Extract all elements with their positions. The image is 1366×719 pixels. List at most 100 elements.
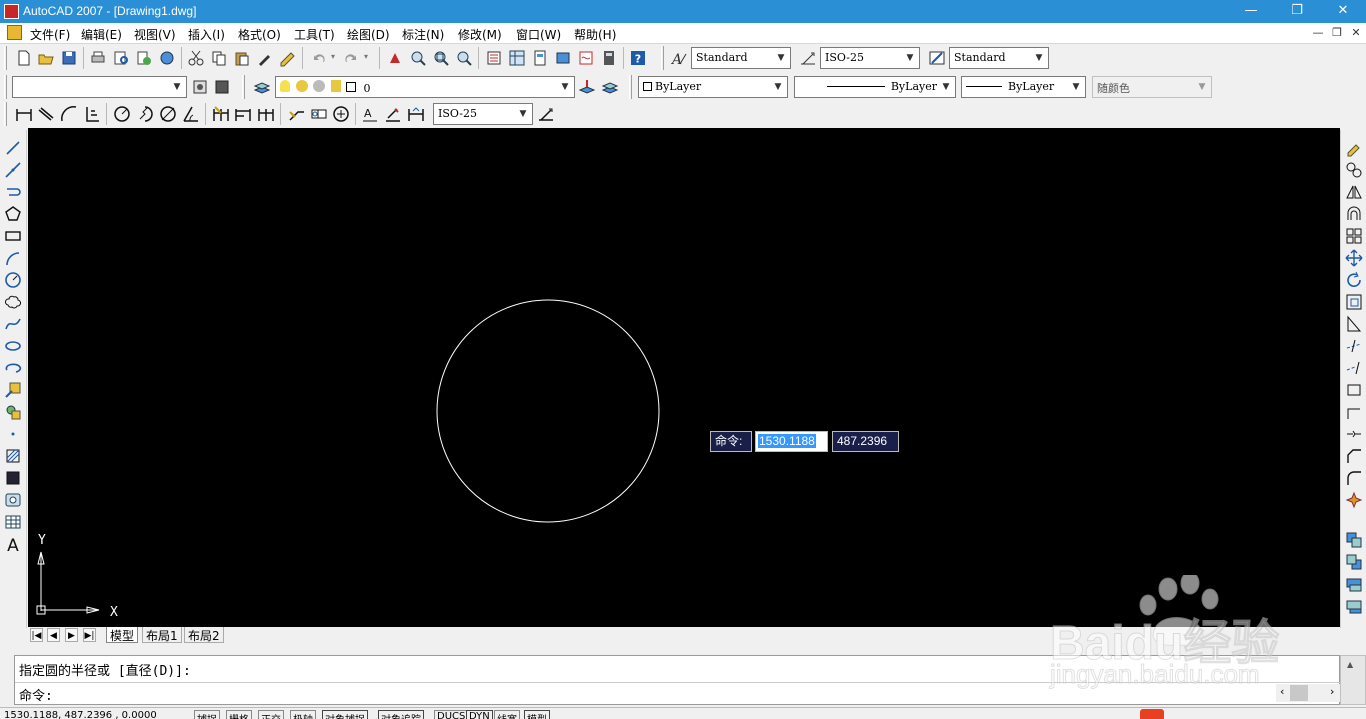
ellipse-icon[interactable]	[2, 335, 24, 357]
layer-viewport-freeze-icon[interactable]	[313, 80, 325, 92]
menu-tools[interactable]: 工具(T)	[294, 26, 335, 43]
move-icon[interactable]	[1343, 247, 1365, 269]
plot-preview-icon[interactable]	[110, 47, 132, 69]
command-horizontal-scrollbar[interactable]: ‹ ›	[1276, 684, 1340, 702]
menu-view[interactable]: 视图(V)	[134, 26, 176, 43]
tool-palettes-icon[interactable]	[529, 47, 551, 69]
rotate-icon[interactable]	[1343, 269, 1365, 291]
ortho-toggle[interactable]: 正交	[258, 710, 284, 719]
sheet-set-icon[interactable]	[552, 47, 574, 69]
multiline-text-icon[interactable]: A	[2, 533, 24, 555]
layer-lock-icon[interactable]	[330, 80, 341, 92]
toolbar-grip[interactable]	[4, 46, 7, 70]
grid-toggle[interactable]: 栅格	[226, 710, 252, 719]
first-tab-button[interactable]: |◀	[30, 628, 43, 642]
workspace-settings-icon[interactable]	[189, 76, 211, 98]
zoom-previous-icon[interactable]	[453, 47, 475, 69]
menu-draw[interactable]: 绘图(D)	[347, 26, 390, 43]
my-workspace-icon[interactable]	[211, 76, 233, 98]
menu-dimension[interactable]: 标注(N)	[402, 26, 444, 43]
make-object-layer-current-icon[interactable]	[576, 76, 598, 98]
menu-file[interactable]: 文件(F)	[30, 26, 70, 43]
tab-layout2[interactable]: 布局2	[184, 627, 224, 643]
join-icon[interactable]	[1343, 423, 1365, 445]
point-icon[interactable]	[2, 423, 24, 445]
copy-icon[interactable]	[208, 47, 230, 69]
layer-color-swatch[interactable]	[346, 82, 356, 92]
angular-dimension-icon[interactable]	[180, 103, 202, 125]
mirror-icon[interactable]	[1343, 181, 1365, 203]
osnap-toggle[interactable]: 对象捕捉	[322, 710, 368, 719]
properties-icon[interactable]	[483, 47, 505, 69]
markup-icon[interactable]	[575, 47, 597, 69]
polar-toggle[interactable]: 极轴	[290, 710, 316, 719]
next-tab-button[interactable]: ▶	[65, 628, 78, 642]
autocad-app-icon[interactable]	[4, 4, 19, 19]
toolbar-grip[interactable]	[661, 46, 664, 70]
trim-icon[interactable]	[1343, 335, 1365, 357]
quick-leader-icon[interactable]	[285, 103, 307, 125]
ducs-toggle[interactable]: DUCS	[434, 710, 469, 719]
drawing-canvas[interactable]: Y X 命令: 1530.1188 487.2396	[28, 128, 1340, 628]
menu-modify[interactable]: 修改(M)	[458, 26, 502, 43]
region-icon[interactable]	[2, 489, 24, 511]
dimension-edit-icon[interactable]: A	[359, 103, 381, 125]
minimize-button[interactable]: —	[1228, 0, 1274, 23]
menu-help[interactable]: 帮助(H)	[574, 26, 616, 43]
last-tab-button[interactable]: ▶|	[83, 628, 96, 642]
ellipse-arc-icon[interactable]	[2, 357, 24, 379]
drawn-circle[interactable]	[436, 299, 660, 523]
toolbar-grip[interactable]	[629, 75, 632, 99]
circle-icon[interactable]	[2, 269, 24, 291]
doc-restore-button[interactable]: ❐	[1329, 26, 1345, 40]
dimension-update-icon[interactable]	[405, 103, 427, 125]
hatch-icon[interactable]	[2, 445, 24, 467]
baseline-dimension-icon[interactable]	[232, 103, 254, 125]
arc-icon[interactable]	[2, 247, 24, 269]
linetype-control-select[interactable]: ByLayer ▼	[794, 76, 956, 98]
tab-model[interactable]: 模型	[106, 627, 139, 643]
revision-cloud-icon[interactable]	[2, 291, 24, 313]
send-under-icon[interactable]	[1343, 595, 1365, 617]
publish-icon[interactable]	[133, 47, 155, 69]
document-icon[interactable]	[7, 25, 22, 40]
cut-icon[interactable]	[185, 47, 207, 69]
spline-icon[interactable]	[2, 313, 24, 335]
insert-block-icon[interactable]	[2, 379, 24, 401]
3d-dwf-icon[interactable]	[156, 47, 178, 69]
otrack-toggle[interactable]: 对象追踪	[378, 710, 424, 719]
diameter-dimension-icon[interactable]	[157, 103, 179, 125]
layer-properties-icon[interactable]	[251, 76, 273, 98]
menu-edit[interactable]: 编辑(E)	[81, 26, 122, 43]
command-window[interactable]: 指定圆的半径或 [直径(D)]: 命令:	[14, 655, 1341, 705]
radius-dimension-icon[interactable]	[111, 103, 133, 125]
chamfer-icon[interactable]	[1343, 445, 1365, 467]
offset-icon[interactable]	[1343, 203, 1365, 225]
text-style-icon[interactable]: A	[668, 47, 690, 69]
close-button[interactable]: ✕	[1320, 0, 1366, 23]
quick-dimension-icon[interactable]	[210, 103, 232, 125]
linear-dimension-icon[interactable]	[13, 103, 35, 125]
calculator-icon[interactable]	[598, 47, 620, 69]
prev-tab-button[interactable]: ◀	[47, 628, 60, 642]
command-prompt[interactable]: 命令:	[19, 685, 53, 704]
layer-thaw-sun-icon[interactable]	[295, 80, 308, 92]
undo-icon[interactable]	[308, 47, 330, 69]
toolbar-grip[interactable]	[242, 75, 245, 99]
pan-icon[interactable]	[384, 47, 406, 69]
table-style-select[interactable]: Standard ▼	[949, 47, 1049, 69]
snap-toggle[interactable]: 捕捉	[194, 710, 220, 719]
fillet-icon[interactable]	[1343, 467, 1365, 489]
new-icon[interactable]	[13, 47, 35, 69]
copy-object-icon[interactable]	[1343, 159, 1365, 181]
dimension-text-edit-icon[interactable]	[382, 103, 404, 125]
workspace-select[interactable]: ▼	[12, 76, 187, 98]
line-icon[interactable]	[2, 137, 24, 159]
make-block-icon[interactable]	[2, 401, 24, 423]
dyn-toggle[interactable]: DYN	[466, 710, 493, 719]
menu-insert[interactable]: 插入(I)	[188, 26, 225, 43]
dim-style-control-select[interactable]: ISO-25 ▼	[433, 103, 533, 125]
jogged-dimension-icon[interactable]	[134, 103, 156, 125]
design-center-icon[interactable]	[506, 47, 528, 69]
gradient-icon[interactable]	[2, 467, 24, 489]
